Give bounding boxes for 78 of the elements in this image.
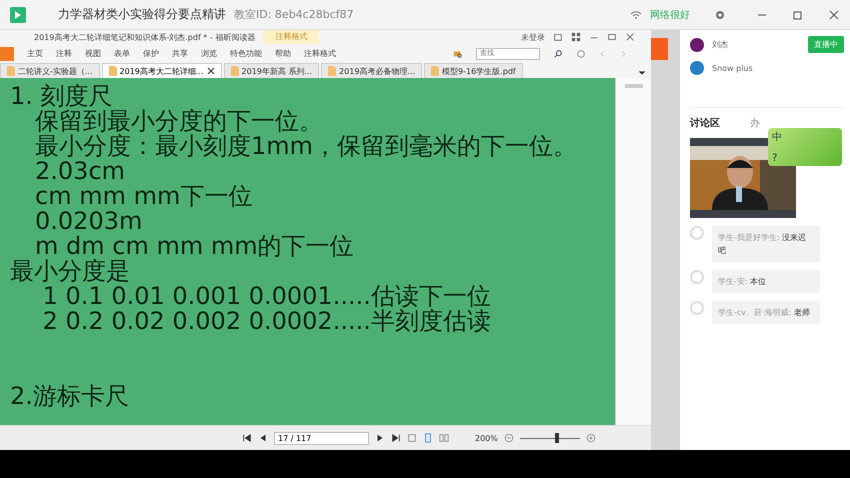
- document-text: 2 0.2 0.02 0.002 0.0002.....半刻度估读: [42, 309, 492, 334]
- document-tab[interactable]: 模型9-16学生版.pdf: [424, 63, 523, 78]
- tab-label: 模型9-16学生版.pdf: [442, 66, 516, 76]
- avatar-icon: [690, 270, 704, 284]
- document-text: 保留到最小分度的下一位。: [34, 109, 324, 134]
- document-text: 最小分度是: [10, 259, 131, 284]
- menu-item[interactable]: 共享: [172, 48, 188, 59]
- user-name: 刘杰: [712, 39, 728, 50]
- reader-title: 2019高考大二轮详细笔记和知识体系-刘杰.pdf * - 福昕阅读器: [34, 32, 256, 42]
- document-text: 最小分度：最小刻度1mm，保留到毫米的下一位。: [34, 134, 578, 159]
- avatar-icon: [690, 301, 704, 315]
- first-page-icon[interactable]: [242, 433, 252, 443]
- live-badge: 直播中: [808, 36, 844, 53]
- chat-message: 学生-cv、莳·海明威: 老师: [712, 301, 820, 324]
- pdf-file-icon: [7, 66, 15, 76]
- menu-item[interactable]: 特色功能: [230, 48, 262, 59]
- previous-page-icon[interactable]: [258, 433, 268, 443]
- document-text: 0.0203m: [34, 209, 144, 234]
- page-number-field[interactable]: 17 / 117: [274, 432, 369, 444]
- room-id-label: 教室ID: 8eb4c28bcf87: [234, 7, 354, 22]
- document-tab[interactable]: 2019高考必备物理...: [321, 63, 422, 78]
- avatar-icon: [690, 226, 704, 240]
- page-view-icon[interactable]: [407, 433, 417, 443]
- wifi-icon[interactable]: [630, 8, 642, 20]
- pdf-file-icon: [431, 66, 440, 76]
- input-mode-label[interactable]: 中: [772, 130, 838, 144]
- document-tab[interactable]: 2019年新高 系列...: [224, 63, 320, 78]
- zoom-out-icon[interactable]: [504, 433, 514, 443]
- panel-tab[interactable]: 讨论区: [690, 116, 720, 130]
- next-page-icon[interactable]: [375, 433, 385, 443]
- network-status: 网络很好: [650, 8, 690, 22]
- scrollbar[interactable]: [624, 84, 642, 88]
- document-text: 2.03cm: [34, 159, 126, 184]
- document-tab[interactable]: 二轮讲义-实验题（...: [0, 63, 100, 78]
- document-text: 1. 刻度尺: [10, 84, 114, 109]
- panel-tab[interactable]: 办: [750, 116, 760, 130]
- document-text: m dm cm mm mm的下一位: [35, 234, 355, 259]
- close-icon[interactable]: [828, 8, 840, 20]
- login-status[interactable]: 未登录: [521, 32, 545, 42]
- menu-item[interactable]: 表单: [114, 48, 130, 59]
- pdf-file-icon: [108, 66, 117, 76]
- search-icon[interactable]: [553, 48, 563, 58]
- help-label[interactable]: ?: [772, 153, 838, 164]
- maximize-icon[interactable]: [792, 8, 804, 20]
- folder-search-icon[interactable]: [453, 48, 463, 58]
- last-page-icon[interactable]: [391, 433, 401, 443]
- tab-label: 2019高考大二轮详细...: [120, 66, 204, 76]
- maximize-icon[interactable]: [607, 32, 617, 42]
- app-menu-button[interactable]: [0, 46, 14, 60]
- document-tab[interactable]: 2019高考大二轮详细...: [102, 63, 222, 78]
- continuous-page-icon[interactable]: [423, 433, 433, 443]
- menu-item[interactable]: 主页: [27, 48, 43, 59]
- menu-item[interactable]: 保护: [143, 48, 159, 59]
- app-logo-icon: [10, 6, 26, 22]
- tab-label: 二轮讲义-实验题（...: [18, 66, 93, 76]
- tab-label: 2019年新高 系列...: [242, 66, 312, 76]
- document-text: cm mm mm下一位: [34, 184, 254, 209]
- chat-message: 学生-我是好学生: 没来迟吧: [712, 226, 820, 262]
- pdf-file-icon: [328, 66, 336, 76]
- zoom-slider-thumb[interactable]: [555, 432, 560, 442]
- zoom-level[interactable]: 200%: [475, 434, 498, 442]
- grid-icon[interactable]: [571, 32, 581, 42]
- menu-item[interactable]: 视图: [85, 48, 101, 59]
- menu-item[interactable]: 浏览: [201, 48, 217, 59]
- zoom-in-icon[interactable]: [586, 433, 596, 443]
- input-method-toolbar[interactable]: 中 ?: [768, 128, 842, 166]
- menu-item[interactable]: 注释: [56, 48, 72, 59]
- two-page-icon[interactable]: [439, 433, 449, 443]
- document-text: 2.游标卡尺: [10, 384, 130, 409]
- menu-item[interactable]: 帮助: [275, 48, 291, 59]
- pdf-file-icon: [230, 66, 239, 76]
- user-name: Snow plus: [712, 64, 753, 72]
- chat-message: 学生-安: 本位: [712, 270, 820, 293]
- tab-label: 2019高考必备物理...: [339, 66, 416, 76]
- window-title: 力学器材类小实验得分要点精讲: [58, 6, 226, 23]
- close-icon[interactable]: [206, 67, 215, 75]
- document-text: 1 0.1 0.01 0.001 0.0001.....估读下一位: [42, 284, 492, 309]
- menu-item[interactable]: 注释格式: [304, 48, 336, 59]
